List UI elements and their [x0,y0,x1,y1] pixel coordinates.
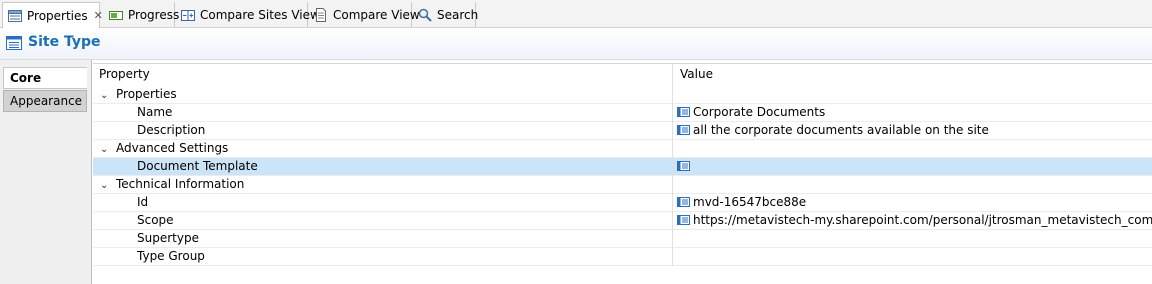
page-title: Site Type [28,34,101,50]
property-name-cell: Id [93,194,673,212]
property-group-row[interactable]: ⌄ Advanced Settings [93,140,1152,158]
text-value-icon [677,105,690,117]
property-group-row[interactable]: ⌄ Properties [93,86,1152,104]
property-group-row[interactable]: ⌄ Technical Information [93,176,1152,194]
property-value-cell[interactable]: https://metavistech-my.sharepoint.com/pe… [674,212,1152,230]
text-value-icon [677,123,690,135]
property-value-text: all the corporate documents available on… [693,123,989,137]
compare-view-icon [313,7,329,23]
properties-icon [7,8,23,24]
property-row[interactable]: Document Template [93,158,1152,176]
property-row[interactable]: Supertype [93,230,1152,248]
property-row[interactable]: Name Corporate Documents [93,104,1152,122]
property-table: Property Value ⌄ Properties Name Corporate … [93,63,1152,284]
chevron-down-icon[interactable]: ⌄ [100,87,110,104]
property-value-cell [674,140,1152,158]
view-tab-bar: Properties ✕ Progress Compare Sites View… [0,0,1152,28]
chevron-down-icon[interactable]: ⌄ [100,177,110,194]
compare-sites-icon [180,7,196,23]
tab-compare-view-label: Compare View [333,7,420,22]
chevron-down-icon[interactable]: ⌄ [100,141,110,158]
property-value-text: mvd-16547bce88e [693,195,807,209]
property-value-cell[interactable]: mvd-16547bce88e [674,194,1152,212]
section-tabs: Core Appearance [0,60,92,284]
tab-compare-sites-view[interactable]: Compare Sites View [176,2,320,27]
property-value-cell[interactable]: Corporate Documents [674,104,1152,122]
property-row[interactable]: Type Group [93,248,1152,266]
close-icon[interactable]: ✕ [94,9,103,22]
search-icon [417,7,433,23]
property-name-cell: Type Group [93,248,673,266]
property-name-cell: Description [93,122,673,140]
site-type-icon [6,36,22,50]
property-name-cell: Document Template [93,158,673,176]
tab-properties-label: Properties [27,8,88,23]
group-label: Advanced Settings [116,141,229,155]
property-value-cell[interactable] [674,248,1152,266]
property-row[interactable]: Description all the corporate documents a… [93,122,1152,140]
property-value-text: Corporate Documents [693,105,826,119]
tab-search-label: Search [437,7,479,22]
property-value-cell[interactable]: all the corporate documents available on… [674,122,1152,140]
tab-appearance[interactable]: Appearance [3,90,87,112]
property-row[interactable]: Scope https://metavistech-my.sharepoint.c… [93,212,1152,230]
tab-search[interactable]: Search [413,2,479,27]
property-name-cell: Name [93,104,673,122]
property-row[interactable]: Id mvd-16547bce88e [93,194,1152,212]
text-value-icon [677,159,690,171]
text-value-icon [677,195,690,207]
tab-compare-view[interactable]: Compare View [309,2,420,27]
tab-compare-sites-view-label: Compare Sites View [200,7,320,22]
column-header-property[interactable]: Property [93,64,673,86]
property-value-cell[interactable] [674,158,1152,176]
tab-progress-label: Progress [128,7,180,22]
property-value-cell [674,176,1152,194]
text-value-icon [677,213,690,225]
property-value-text: https://metavistech-my.sharepoint.com/pe… [693,213,1152,227]
property-name-cell: ⌄ Technical Information [93,176,673,194]
property-name-cell: ⌄ Advanced Settings [93,140,673,158]
property-name-cell: Supertype [93,230,673,248]
group-label: Technical Information [116,177,245,191]
tab-progress[interactable]: Progress [104,2,179,27]
property-value-cell[interactable] [674,230,1152,248]
progress-icon [108,7,124,23]
property-value-cell [674,86,1152,104]
group-label: Properties [116,87,177,101]
editor-header: Site Type [0,28,1152,60]
tab-properties[interactable]: Properties ✕ [2,2,103,28]
property-name-cell: Scope [93,212,673,230]
property-name-cell: ⌄ Properties [93,86,673,104]
tab-core[interactable]: Core [3,67,87,89]
column-header-value[interactable]: Value [674,64,1152,86]
